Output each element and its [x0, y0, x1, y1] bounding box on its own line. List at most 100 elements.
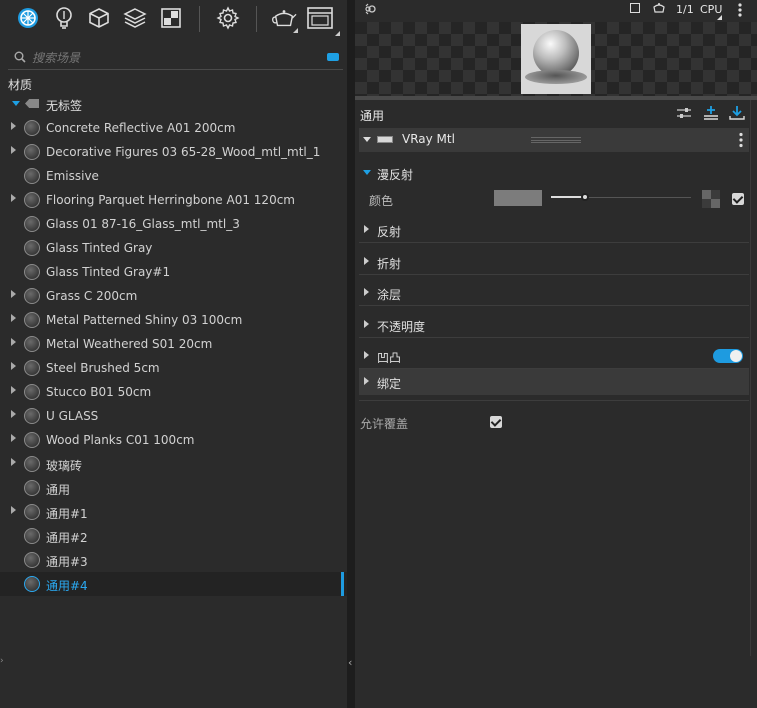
add-layer-icon[interactable]	[703, 105, 719, 124]
expand-arrow-icon[interactable]	[11, 290, 16, 298]
engine-dropdown-icon[interactable]	[717, 15, 722, 20]
expand-icon[interactable]	[364, 288, 369, 296]
material-list-item[interactable]: 玻璃砖	[0, 452, 347, 476]
expand-arrow-icon[interactable]	[11, 314, 16, 322]
material-name: U GLASS	[46, 409, 99, 423]
collapse-left-icon[interactable]: ‹	[348, 656, 352, 669]
tag-filter-icon[interactable]	[327, 53, 339, 61]
material-menu-icon[interactable]	[739, 132, 743, 151]
material-list-item[interactable]: Glass Tinted Gray#1	[0, 260, 347, 284]
expand-arrow-icon[interactable]	[11, 194, 16, 202]
material-editor-panel: 1/1 CPU 通用 VRay Mtl 漫反射 反射 折射 涂层 不透明度 凹凸…	[355, 0, 757, 708]
color-swatch[interactable]	[494, 190, 542, 206]
material-list-item[interactable]: Decorative Figures 03 65-28_Wood_mtl_mtl…	[0, 140, 347, 164]
expand-arrow-icon[interactable]	[11, 506, 16, 514]
material-list-item[interactable]: Glass 01 87-16_Glass_mtl_mtl_3	[0, 212, 347, 236]
expand-arrow-icon[interactable]	[11, 386, 16, 394]
tree-root-label: 无标签	[46, 99, 83, 113]
material-list-item[interactable]: Flooring Parquet Herringbone A01 120cm	[0, 188, 347, 212]
preview-menu-icon[interactable]	[738, 3, 742, 20]
material-list-item[interactable]: Metal Patterned Shiny 03 100cm	[0, 308, 347, 332]
texture-slot-icon[interactable]	[702, 190, 720, 208]
expand-icon[interactable]	[364, 257, 369, 265]
expand-icon[interactable]	[364, 320, 369, 328]
materials-icon[interactable]	[15, 5, 41, 31]
link-icon[interactable]	[364, 3, 378, 18]
section-divider	[359, 242, 749, 243]
material-list-item[interactable]: Glass Tinted Gray	[0, 236, 347, 260]
diffuse-enable-checkbox[interactable]	[732, 193, 744, 205]
teapot-preview-icon[interactable]	[652, 2, 666, 17]
material-type-row[interactable]: VRay Mtl	[359, 128, 749, 152]
rollout-section[interactable]: 涂层	[359, 280, 749, 306]
expand-arrow-icon[interactable]	[11, 458, 16, 466]
material-list-item[interactable]: 通用#4	[0, 572, 347, 596]
section-label: 反射	[377, 225, 402, 239]
material-list-item[interactable]: Emissive	[0, 164, 347, 188]
material-ball-icon	[24, 384, 40, 400]
expand-arrow-icon[interactable]	[11, 410, 16, 418]
expand-arrow-icon[interactable]	[11, 362, 16, 370]
expand-icon[interactable]	[364, 351, 369, 359]
panel-splitter[interactable]: ‹	[347, 0, 355, 708]
toggle-knob	[730, 350, 742, 362]
expand-icon[interactable]	[12, 101, 20, 106]
expand-arrow-icon[interactable]	[11, 146, 16, 154]
settings-icon[interactable]	[215, 5, 241, 31]
section-divider	[359, 305, 749, 306]
collapse-icon[interactable]	[363, 170, 371, 175]
material-name: Glass Tinted Gray	[46, 241, 153, 255]
material-name: 通用#2	[46, 531, 88, 545]
layers-icon[interactable]	[122, 5, 148, 31]
material-list-item[interactable]: U GLASS	[0, 404, 347, 428]
material-list-item[interactable]: Concrete Reflective A01 200cm	[0, 116, 347, 140]
material-list-item[interactable]: Grass C 200cm	[0, 284, 347, 308]
scroll-edge	[750, 100, 751, 656]
left-edge-arrow-icon[interactable]: ›	[0, 656, 4, 666]
save-material-icon[interactable]	[728, 105, 746, 124]
material-list-item[interactable]: Wood Planks C01 100cm	[0, 428, 347, 452]
drag-handle-icon[interactable]	[531, 137, 581, 143]
material-name: 通用#3	[46, 555, 88, 569]
toolbar-divider	[199, 6, 200, 32]
section-label: 凹凸	[377, 351, 402, 365]
rollout-section[interactable]: 不透明度	[359, 312, 749, 338]
tree-root-untagged[interactable]: 无标签	[0, 94, 347, 116]
material-list-item[interactable]: Steel Brushed 5cm	[0, 356, 347, 380]
allow-override-checkbox[interactable]	[490, 416, 502, 428]
material-ball-icon	[24, 360, 40, 376]
section-label: 绑定	[377, 377, 402, 391]
material-ball-icon	[24, 312, 40, 328]
adjust-icon[interactable]	[676, 106, 692, 123]
expand-icon[interactable]	[364, 377, 369, 385]
rollout-section[interactable]: 漫反射	[359, 160, 749, 186]
material-list-item[interactable]: 通用#3	[0, 548, 347, 572]
expand-arrow-icon[interactable]	[11, 122, 16, 130]
material-ball-icon	[24, 576, 40, 592]
material-ball-icon	[24, 456, 40, 472]
expand-icon[interactable]	[364, 225, 369, 233]
color-slider-thumb[interactable]	[580, 193, 589, 201]
stop-icon[interactable]	[630, 3, 640, 13]
frame-buffer-icon[interactable]	[307, 5, 333, 31]
search-input[interactable]	[32, 48, 312, 68]
rollout-section[interactable]: 绑定	[359, 369, 749, 395]
expand-arrow-icon[interactable]	[11, 434, 16, 442]
geometry-icon[interactable]	[86, 5, 112, 31]
material-list-item[interactable]: 通用#2	[0, 524, 347, 548]
rollout-section[interactable]: 凹凸	[359, 343, 749, 369]
preview-divider[interactable]	[355, 96, 757, 100]
rollout-section[interactable]: 反射	[359, 217, 749, 243]
expand-arrow-icon[interactable]	[11, 338, 16, 346]
lights-icon[interactable]	[51, 5, 77, 31]
material-ball-icon	[24, 552, 40, 568]
material-list-item[interactable]: Metal Weathered S01 20cm	[0, 332, 347, 356]
material-list-item[interactable]: Stucco B01 50cm	[0, 380, 347, 404]
textures-icon[interactable]	[158, 5, 184, 31]
bump-toggle[interactable]	[713, 349, 743, 363]
collapse-icon[interactable]	[363, 137, 371, 142]
material-list-item[interactable]: 通用#1	[0, 500, 347, 524]
material-name: Metal Patterned Shiny 03 100cm	[46, 313, 243, 327]
material-list-item[interactable]: 通用	[0, 476, 347, 500]
rollout-section[interactable]: 折射	[359, 249, 749, 275]
